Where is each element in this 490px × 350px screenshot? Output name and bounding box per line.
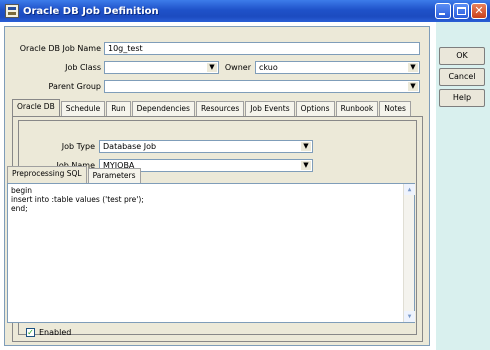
ok-button[interactable]: OK	[439, 47, 485, 65]
job-name-input[interactable]: 10g_test	[104, 42, 420, 55]
close-button[interactable]: ✕	[471, 3, 487, 19]
window-title: Oracle DB Job Definition	[23, 5, 159, 17]
job-type-label: Job Type	[61, 142, 95, 151]
chevron-down-icon[interactable]: ▼	[207, 63, 217, 72]
job-type-dropdown[interactable]: Database Job ▼	[99, 140, 313, 153]
tab-job-events[interactable]: Job Events	[245, 101, 295, 116]
title-bar: Oracle DB Job Definition ✕	[0, 0, 490, 22]
sql-line: begin	[11, 186, 32, 195]
job-class-dropdown[interactable]: ▼	[104, 61, 219, 74]
minimize-icon	[439, 13, 445, 15]
parent-group-label: Parent Group	[48, 82, 101, 91]
scroll-down-icon[interactable]: ▼	[404, 311, 415, 322]
close-icon: ✕	[474, 4, 484, 17]
scroll-up-icon[interactable]: ▲	[404, 184, 415, 195]
tab-notes[interactable]: Notes	[379, 101, 411, 116]
subtab-parameters[interactable]: Parameters	[87, 168, 141, 183]
tab-run[interactable]: Run	[106, 101, 131, 116]
owner-value: ckuo	[259, 63, 278, 72]
subtab-preprocessing-sql[interactable]: Preprocessing SQL	[7, 166, 87, 183]
sql-line: insert into :table values ('test pre');	[11, 195, 144, 204]
tab-bar: Oracle DB Schedule Run Dependencies Reso…	[12, 99, 412, 116]
job-class-label: Job Class	[65, 63, 101, 72]
chevron-down-icon[interactable]: ▼	[301, 161, 311, 170]
enabled-checkbox[interactable]: ✓	[26, 328, 35, 337]
tab-runbook[interactable]: Runbook	[335, 101, 379, 116]
enabled-label: Enabled	[39, 328, 72, 337]
tab-dependencies[interactable]: Dependencies	[131, 101, 195, 116]
parent-group-dropdown[interactable]: ▼	[104, 80, 420, 93]
cancel-button[interactable]: Cancel	[439, 68, 485, 86]
minimize-button[interactable]	[435, 3, 451, 19]
tab-options[interactable]: Options	[295, 101, 335, 116]
sql-editor[interactable]: begin insert into :table values ('test p…	[7, 183, 415, 323]
chevron-down-icon[interactable]: ▼	[408, 63, 418, 72]
window-controls: ✕	[435, 3, 487, 19]
job-name-label: Oracle DB Job Name	[19, 44, 101, 53]
maximize-button[interactable]	[453, 3, 469, 19]
action-panel: OK Cancel Help	[436, 22, 490, 350]
owner-dropdown[interactable]: ckuo ▼	[255, 61, 420, 74]
sql-line: end;	[11, 204, 28, 213]
help-button[interactable]: Help	[439, 89, 485, 107]
maximize-icon	[457, 7, 466, 15]
tab-schedule[interactable]: Schedule	[60, 101, 106, 116]
tab-oracle-db[interactable]: Oracle DB	[12, 99, 60, 116]
app-icon	[5, 4, 19, 18]
sql-subtab-bar: Preprocessing SQL Parameters	[7, 166, 142, 183]
job-type-value: Database Job	[103, 142, 157, 151]
vertical-scrollbar[interactable]: ▲ ▼	[403, 184, 415, 322]
chevron-down-icon[interactable]: ▼	[408, 82, 418, 91]
enabled-row: ✓ Enabled	[26, 328, 71, 337]
chevron-down-icon[interactable]: ▼	[301, 142, 311, 151]
check-icon: ✓	[27, 328, 34, 337]
tab-resources[interactable]: Resources	[195, 101, 245, 116]
owner-label: Owner	[224, 63, 251, 72]
